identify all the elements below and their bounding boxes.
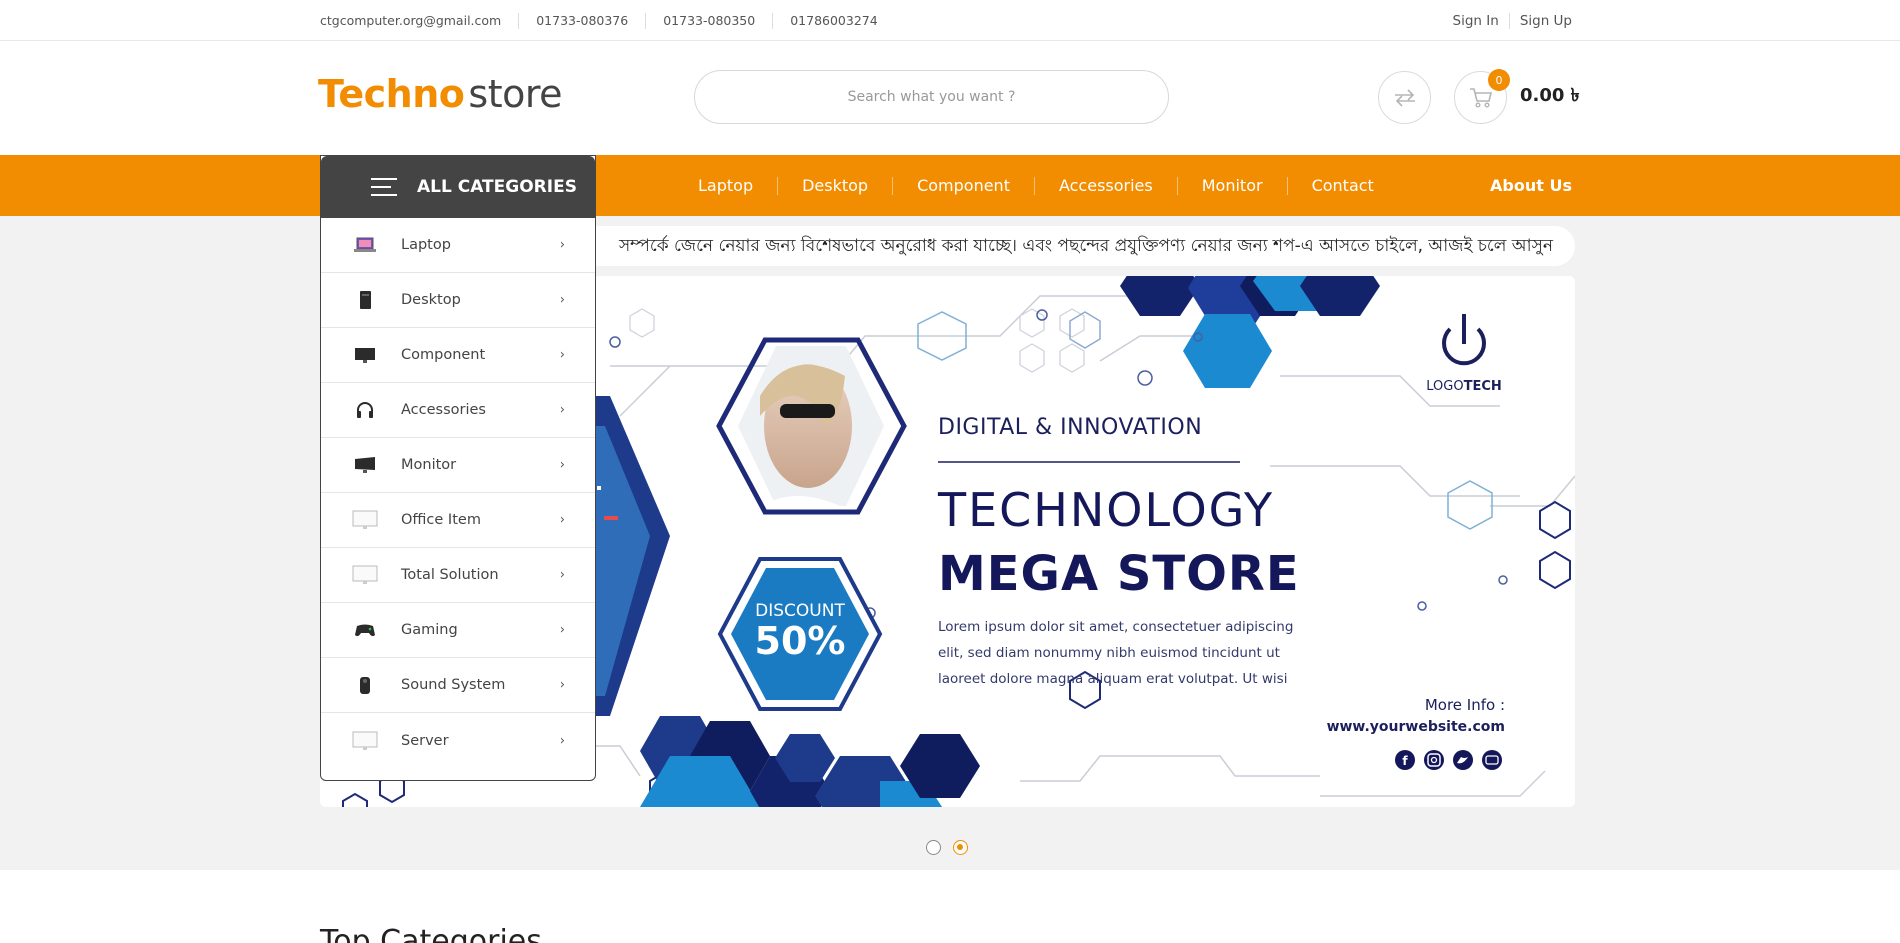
headphones-icon bbox=[351, 396, 379, 424]
nav-component[interactable]: Component bbox=[892, 176, 1034, 195]
monitor-icon bbox=[351, 451, 379, 479]
speaker-icon bbox=[351, 671, 379, 699]
site-logo[interactable]: Techno store bbox=[318, 72, 563, 116]
category-accessories[interactable]: Accessories › bbox=[321, 383, 595, 438]
contact-phone-3[interactable]: 01786003274 bbox=[772, 12, 894, 29]
banner-body-line-3: laoreet dolore magna aliquam erat volutp… bbox=[938, 671, 1287, 687]
monitor-outline-icon bbox=[351, 506, 379, 534]
category-desktop[interactable]: Desktop › bbox=[321, 273, 595, 328]
chevron-right-icon: › bbox=[559, 402, 565, 418]
category-gaming[interactable]: Gaming › bbox=[321, 603, 595, 658]
sign-up-link[interactable]: Sign Up bbox=[1508, 12, 1572, 29]
top-bar: ctgcomputer.org@gmail.com 01733-080376 0… bbox=[0, 0, 1900, 41]
search-box bbox=[694, 70, 1169, 124]
banner-headline-1: TECHNOLOGY bbox=[937, 483, 1274, 537]
slider-pagination bbox=[926, 840, 968, 855]
account-links: Sign In Sign Up bbox=[1443, 0, 1572, 41]
categories-panel: ALL CATEGORIES Laptop › Desktop › Compon… bbox=[320, 155, 596, 781]
category-office-item[interactable]: Office Item › bbox=[321, 493, 595, 548]
menu-icon bbox=[371, 178, 397, 196]
category-component[interactable]: Component › bbox=[321, 328, 595, 383]
slider-dot-2[interactable] bbox=[953, 840, 968, 855]
top-categories-heading: Top Categories bbox=[320, 924, 542, 943]
cart-count-badge: 0 bbox=[1488, 69, 1510, 91]
banner-body-line-1: Lorem ipsum dolor sit amet, consectetuer… bbox=[938, 619, 1293, 635]
nav-links: Laptop Desktop Component Accessories Mon… bbox=[674, 155, 1398, 216]
category-label: Desktop bbox=[401, 292, 461, 308]
nav-laptop[interactable]: Laptop bbox=[674, 176, 777, 195]
compare-arrows-icon bbox=[1394, 88, 1415, 107]
logotech-text-tech: TECH bbox=[1464, 379, 1502, 394]
nav-about-us[interactable]: About Us bbox=[1490, 155, 1572, 216]
category-monitor[interactable]: Monitor › bbox=[321, 438, 595, 493]
category-label: Server bbox=[401, 732, 449, 749]
contact-email[interactable]: ctgcomputer.org@gmail.com bbox=[320, 13, 518, 29]
chevron-right-icon: › bbox=[559, 677, 565, 693]
facebook-icon: f bbox=[1395, 750, 1415, 770]
logo-text-techno: Techno bbox=[318, 72, 465, 116]
category-sound-system[interactable]: Sound System › bbox=[321, 658, 595, 713]
chevron-right-icon: › bbox=[559, 292, 565, 308]
twitter-icon bbox=[1453, 750, 1473, 770]
nav-contact[interactable]: Contact bbox=[1286, 176, 1398, 195]
category-label: Accessories bbox=[401, 402, 486, 418]
svg-text:LOGOTECH: LOGOTECH bbox=[1426, 379, 1502, 394]
monitor-outline-icon bbox=[351, 727, 379, 755]
nav-accessories[interactable]: Accessories bbox=[1033, 176, 1177, 195]
header: Technostore 0 0.00 ৳ bbox=[0, 41, 1900, 155]
chevron-right-icon: › bbox=[559, 622, 565, 638]
nav-desktop[interactable]: Desktop bbox=[777, 176, 892, 195]
category-list: Laptop › Desktop › Component › Accessori… bbox=[321, 218, 595, 768]
category-label: Gaming bbox=[401, 622, 458, 638]
search-input[interactable] bbox=[695, 71, 1168, 123]
chevron-right-icon: › bbox=[559, 733, 565, 748]
all-categories-button[interactable]: ALL CATEGORIES bbox=[321, 156, 595, 218]
instagram-icon bbox=[1424, 750, 1444, 770]
nav-monitor[interactable]: Monitor bbox=[1176, 176, 1287, 195]
logo-text-store: store bbox=[468, 72, 563, 116]
main-navbar: Laptop Desktop Component Accessories Mon… bbox=[0, 155, 1900, 216]
sign-in-link[interactable]: Sign In bbox=[1443, 13, 1509, 29]
compare-button[interactable] bbox=[1378, 71, 1431, 124]
category-label: Office Item bbox=[401, 512, 481, 528]
slider-dot-1[interactable] bbox=[926, 840, 941, 855]
cart-button[interactable]: 0 bbox=[1454, 69, 1510, 124]
contact-phone-1[interactable]: 01733-080376 bbox=[518, 12, 645, 29]
shopping-cart-icon bbox=[1469, 87, 1492, 108]
component-icon bbox=[351, 341, 379, 369]
notice-text: সম্পর্কে জেনে নেয়ার জন্য বিশেষভাবে অনুর… bbox=[618, 236, 1553, 256]
all-categories-label: ALL CATEGORIES bbox=[417, 177, 577, 197]
category-label: Laptop bbox=[401, 237, 451, 253]
chevron-right-icon: › bbox=[559, 237, 565, 253]
banner-kicker: DIGITAL & INNOVATION bbox=[938, 415, 1202, 440]
category-label: Monitor bbox=[401, 457, 457, 473]
category-total-solution[interactable]: Total Solution › bbox=[321, 548, 595, 603]
banner-headline-2: MEGA STORE bbox=[938, 546, 1300, 602]
category-laptop[interactable]: Laptop › bbox=[321, 218, 595, 273]
contact-info: ctgcomputer.org@gmail.com 01733-080376 0… bbox=[320, 0, 895, 41]
category-label: Total Solution bbox=[401, 567, 499, 583]
discount-label: DISCOUNT bbox=[755, 601, 845, 621]
logotech-text-logo: LOGO bbox=[1426, 379, 1463, 394]
gamepad-icon bbox=[351, 616, 379, 644]
laptop-icon bbox=[351, 231, 379, 259]
banner-body-line-2: elit, sed diam nonummy nibh euismod tinc… bbox=[938, 645, 1280, 661]
contact-phone-2[interactable]: 01733-080350 bbox=[645, 12, 772, 29]
category-label: Sound System bbox=[401, 677, 506, 693]
svg-text:f: f bbox=[1402, 754, 1408, 768]
website-url: www.yourwebsite.com bbox=[1327, 719, 1505, 735]
cart-total[interactable]: 0.00 ৳ bbox=[1520, 81, 1580, 112]
chevron-right-icon: › bbox=[559, 567, 565, 583]
desktop-tower-icon bbox=[351, 286, 379, 314]
category-label: Component bbox=[401, 347, 486, 363]
chevron-right-icon: › bbox=[559, 457, 565, 473]
category-server[interactable]: Server › bbox=[321, 713, 595, 768]
discount-value: 50% bbox=[755, 619, 846, 663]
monitor-outline-icon bbox=[351, 561, 379, 589]
chevron-right-icon: › bbox=[559, 347, 565, 363]
more-info-label: More Info : bbox=[1425, 696, 1505, 714]
youtube-icon bbox=[1482, 750, 1502, 770]
chevron-right-icon: › bbox=[559, 512, 565, 528]
